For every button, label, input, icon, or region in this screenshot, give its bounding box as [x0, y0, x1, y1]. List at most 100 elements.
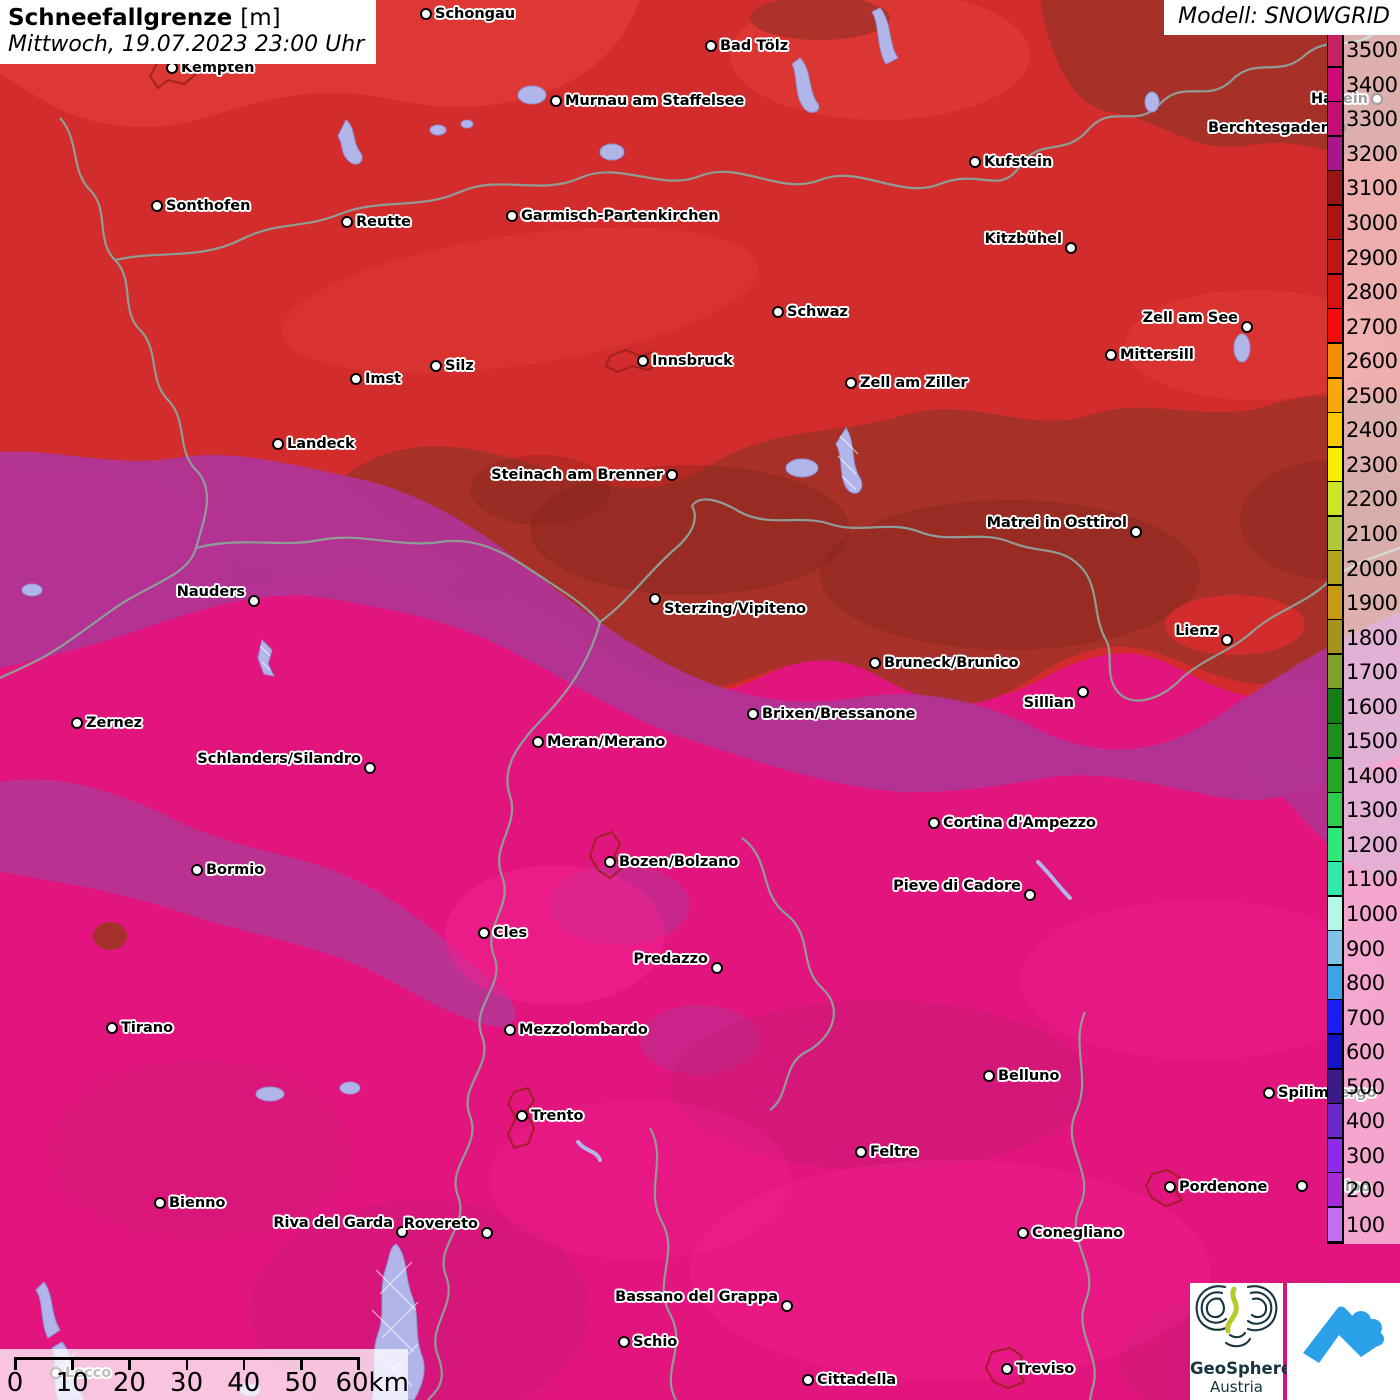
- colorbar-cell: [1328, 33, 1342, 68]
- city-label: Sterzing/Vipiteno: [664, 601, 807, 617]
- title-box: Schneefallgrenze [m] Mittwoch, 19.07.202…: [0, 0, 377, 64]
- city-label: Schlanders/Silandro: [197, 751, 361, 767]
- title-text: Schneefallgrenze: [8, 5, 233, 31]
- city-dot: [771, 305, 784, 318]
- city-label: Conegliano: [1032, 1225, 1124, 1241]
- city-dot: [710, 961, 723, 974]
- city-label: Innsbruck: [652, 353, 733, 369]
- city-label: Pieve di Cadore: [893, 878, 1021, 894]
- colorbar-tick-label: 1600: [1346, 694, 1398, 719]
- city-dot: [503, 1023, 516, 1036]
- city-label: Riva del Garda: [273, 1215, 393, 1231]
- colorbar-cell: [1328, 413, 1342, 448]
- colorbar-tick-label: 2600: [1346, 349, 1398, 374]
- geosphere-logo-box: GeoSphere Austria: [1190, 1283, 1293, 1400]
- city-dot: [746, 707, 759, 720]
- colorbar-tick-label: 400: [1346, 1109, 1385, 1134]
- colorbar-cell: [1328, 827, 1342, 862]
- city-label: Cles: [493, 925, 528, 941]
- geosphere-logo-icon: [1195, 1285, 1278, 1348]
- colorbar-cell: [1328, 482, 1342, 517]
- city-dot: [1104, 348, 1117, 361]
- colorbar-cell: [1328, 343, 1342, 379]
- colorbar-cell: [1328, 620, 1342, 655]
- colorbar-tick-label: 1000: [1346, 902, 1398, 927]
- city-dot: [150, 199, 163, 212]
- city-dot: [247, 594, 260, 607]
- colorbar-tick-label: 800: [1346, 971, 1385, 996]
- colorbar-cell: [1328, 654, 1342, 689]
- city-label: Bienno: [169, 1195, 226, 1211]
- colorbar-tick-label: 3000: [1346, 211, 1398, 236]
- city-label: Trento: [531, 1108, 584, 1124]
- city-dot: [1064, 241, 1077, 254]
- city-dot: [1000, 1362, 1013, 1375]
- city-label: Treviso: [1016, 1361, 1075, 1377]
- colorbar-tick-label: 1300: [1346, 798, 1398, 823]
- city-dot: [515, 1109, 528, 1122]
- scalebar-label: 0: [6, 1368, 24, 1398]
- scalebar-label: 20: [112, 1368, 146, 1398]
- colorbar-cell: [1328, 1000, 1342, 1035]
- city-dot: [190, 863, 203, 876]
- scalebar-label: 60km: [335, 1368, 409, 1398]
- page-title: Schneefallgrenze [m]: [8, 5, 364, 31]
- avalanche-logo-box: [1287, 1283, 1400, 1400]
- city-dot: [636, 354, 649, 367]
- colorbar-cell: [1328, 67, 1342, 102]
- city-dot: [531, 735, 544, 748]
- city-label: Bozen/Bolzano: [619, 854, 739, 870]
- city-dot: [349, 372, 362, 385]
- city-dot: [844, 376, 857, 389]
- city-label: Mezzolombardo: [519, 1022, 648, 1038]
- geosphere-logo-country: Austria: [1210, 1378, 1263, 1396]
- colorbar-cell: [1328, 447, 1342, 482]
- colorbar-cell: [1328, 862, 1342, 897]
- colorbar-cell: [1328, 516, 1342, 551]
- colorbar-cell: [1328, 309, 1342, 344]
- geosphere-logo-name: GeoSphere: [1190, 1359, 1293, 1378]
- scalebar-label: 10: [55, 1368, 89, 1398]
- city-label: Sonthofen: [166, 198, 251, 214]
- city-label: Matrei in Osttirol: [986, 515, 1127, 531]
- colorbar-tick-label: 3400: [1346, 72, 1398, 97]
- city-label: Mittersill: [1120, 347, 1194, 363]
- city-dot: [271, 437, 284, 450]
- city-dot: [968, 155, 981, 168]
- colorbar-cell: [1328, 378, 1342, 413]
- colorbar-tick-label: 2700: [1346, 314, 1398, 339]
- colorbar-tick-label: 2000: [1346, 556, 1398, 581]
- city-dot: [801, 1373, 814, 1386]
- city-layer: Schongau Bad Tölz Kempten Murnau am Staffel…: [0, 0, 1400, 1400]
- city-dot: [70, 716, 83, 729]
- colorbar-cell: [1328, 102, 1342, 137]
- colorbar-tick-label: 3300: [1346, 107, 1398, 132]
- city-dot: [854, 1145, 867, 1158]
- colorbar-tick-label: 3200: [1346, 141, 1398, 166]
- model-label-box: Modell: SNOWGRID: [1164, 0, 1400, 35]
- title-unit: [m]: [240, 5, 281, 31]
- city-label: Reutte: [356, 214, 412, 230]
- colorbar-cell: [1328, 171, 1342, 206]
- city-dot: [868, 656, 881, 669]
- city-label: Lienz: [1175, 623, 1218, 639]
- city-label: Feltre: [870, 1144, 919, 1160]
- city-label: Zell am See: [1142, 310, 1238, 326]
- scalebar-label: 30: [170, 1368, 204, 1398]
- city-label: Pordenone: [1179, 1179, 1268, 1195]
- city-label: Silz: [445, 358, 474, 374]
- city-dot: [603, 855, 616, 868]
- colorbar-cell: [1328, 1104, 1342, 1139]
- colorbar-cell: [1328, 793, 1342, 828]
- colorbar-tick-label: 2800: [1346, 280, 1398, 305]
- colorbar-cell: [1328, 274, 1342, 309]
- city-dot: [429, 359, 442, 372]
- city-label: Schongau: [435, 6, 516, 22]
- colorbar-tick-label: 3100: [1346, 176, 1398, 201]
- colorbar-cell: [1328, 931, 1342, 966]
- weather-map-page: Schongau Bad Tölz Kempten Murnau am Staffel…: [0, 0, 1400, 1400]
- model-label: Modell: SNOWGRID: [1178, 4, 1390, 29]
- city-dot: [1163, 1180, 1176, 1193]
- city-label: Tirano: [121, 1020, 174, 1036]
- colorbar-cell: [1328, 689, 1342, 724]
